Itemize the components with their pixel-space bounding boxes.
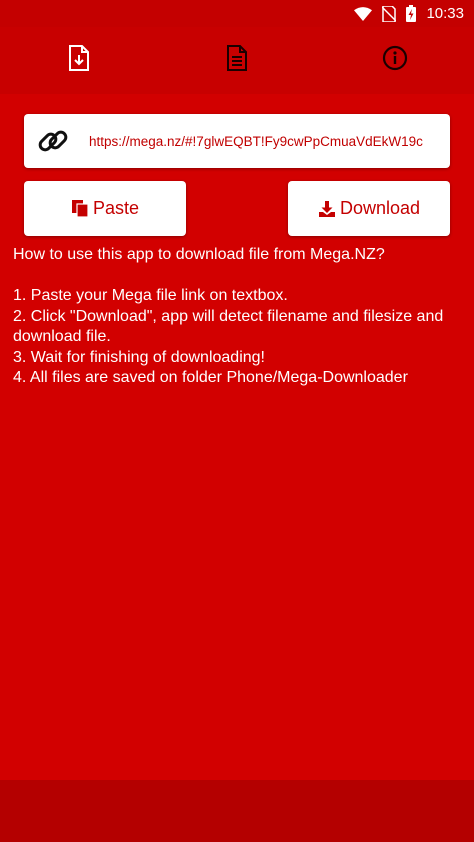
- file-download-icon: [68, 45, 90, 76]
- instruction-step: 4. All files are saved on folder Phone/M…: [13, 369, 408, 386]
- download-tray-icon: [318, 200, 336, 218]
- instructions-heading: How to use this app to download file fro…: [13, 246, 385, 263]
- status-time: 10:33: [426, 5, 464, 22]
- info-icon: [382, 45, 408, 76]
- tab-info[interactable]: [316, 27, 474, 94]
- document-icon: [226, 45, 248, 76]
- paste-button[interactable]: Paste: [24, 181, 186, 236]
- paste-label: Paste: [92, 198, 140, 218]
- status-bar: 10:33: [0, 0, 474, 27]
- bottom-bar: [0, 780, 474, 842]
- tab-download[interactable]: [0, 27, 158, 94]
- instruction-step: 3. Wait for finishing of downloading!: [13, 348, 265, 366]
- url-input[interactable]: [89, 133, 425, 149]
- instructions: How to use this app to download file fro…: [13, 245, 468, 389]
- url-box: [24, 114, 450, 168]
- battery-charging-icon: [406, 5, 417, 22]
- instruction-step: 2. Click "Download", app will detect fil…: [13, 307, 444, 346]
- no-sim-icon: [382, 5, 397, 22]
- wifi-icon: [354, 6, 373, 21]
- tab-documents[interactable]: [158, 27, 316, 94]
- tab-bar: [0, 27, 474, 94]
- link-icon: [33, 121, 73, 161]
- clipboard-icon: [71, 199, 89, 218]
- download-label: Download: [339, 198, 421, 218]
- download-button[interactable]: Download: [288, 181, 450, 236]
- instruction-step: 1. Paste your Mega file link on textbox.: [13, 287, 288, 304]
